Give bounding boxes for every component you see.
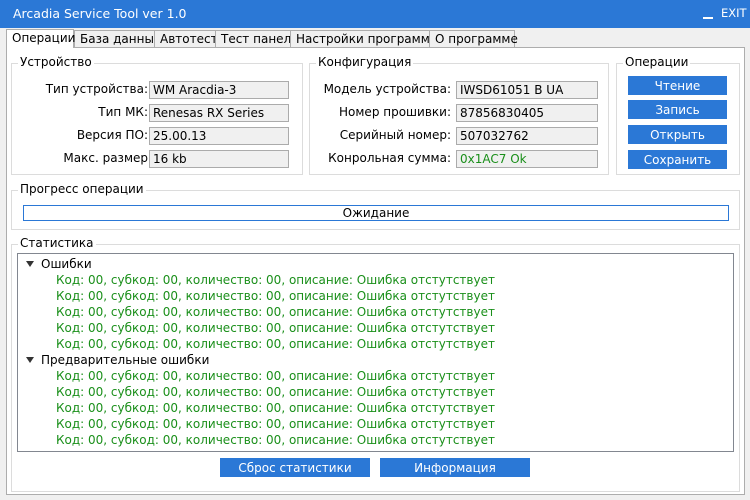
tree-node-errors[interactable]: Ошибки — [26, 257, 92, 271]
list-item: Код: 00, субкод: 00, количество: 00, опи… — [56, 321, 495, 335]
open-button[interactable]: Открыть — [628, 125, 727, 144]
tree-node-label: Предварительные ошибки — [41, 353, 210, 367]
serial-number-value: 507032762 — [456, 127, 598, 145]
exit-button[interactable]: EXIT — [721, 6, 747, 20]
config-legend: Конфигурация — [316, 55, 414, 69]
list-item: Код: 00, субкод: 00, количество: 00, опи… — [56, 433, 495, 447]
progress-group: Прогресс операции Ожидание — [11, 182, 740, 230]
device-type-value: WM Aracdia-3 — [149, 81, 289, 99]
title-bar: Arcadia Service Tool ver 1.0 EXIT — [0, 0, 750, 28]
firmware-number-value: 87856830405 — [456, 104, 598, 122]
write-button[interactable]: Запись — [628, 100, 727, 119]
tab-autotest[interactable]: Автотест — [154, 30, 218, 47]
model-label: Модель устройства: — [323, 82, 451, 96]
tree-node-label: Ошибки — [41, 257, 92, 271]
device-legend: Устройство — [18, 55, 94, 69]
mcu-type-label: Тип МК: — [98, 105, 148, 119]
device-type-label: Тип устройства: — [45, 82, 148, 96]
list-item: Код: 00, субкод: 00, количество: 00, опи… — [56, 385, 495, 399]
list-item: Код: 00, субкод: 00, количество: 00, опи… — [56, 273, 495, 287]
tab-about[interactable]: О программе — [429, 30, 518, 47]
tree-node-preliminary-errors[interactable]: Предварительные ошибки — [26, 353, 209, 367]
minimize-icon[interactable] — [701, 9, 715, 19]
list-item: Код: 00, субкод: 00, количество: 00, опи… — [56, 305, 495, 319]
expand-arrow-icon[interactable] — [26, 261, 34, 267]
tab-operations[interactable]: Операции — [6, 29, 75, 48]
fw-version-label: Версия ПО: — [76, 128, 148, 142]
checksum-value: 0x1AC7 Ok — [456, 150, 598, 168]
config-group: Конфигурация Модель устройства: IWSD6105… — [309, 55, 609, 175]
list-item: Код: 00, субкод: 00, количество: 00, опи… — [56, 289, 495, 303]
max-size-value: 16 kb — [149, 150, 289, 168]
mcu-type-value: Renesas RX Series — [149, 104, 289, 122]
operations-group: Операции Чтение Запись Открыть Сохранить — [616, 55, 740, 175]
serial-number-label: Серийный номер: — [339, 128, 451, 142]
save-button[interactable]: Сохранить — [628, 150, 727, 169]
progress-bar: Ожидание — [23, 205, 729, 221]
list-item: Код: 00, субкод: 00, количество: 00, опи… — [56, 401, 495, 415]
statistics-tree[interactable]: Ошибки Код: 00, субкод: 00, количество: … — [17, 253, 734, 452]
read-button[interactable]: Чтение — [628, 76, 727, 95]
statistics-group: Статистика Ошибки Код: 00, субкод: 00, к… — [11, 236, 740, 492]
operations-legend: Операции — [623, 55, 691, 69]
firmware-number-label: Номер прошивки: — [339, 105, 451, 119]
list-item: Код: 00, субкод: 00, количество: 00, опи… — [56, 417, 495, 431]
progress-legend: Прогресс операции — [18, 182, 146, 196]
fw-version-value: 25.00.13 — [149, 127, 289, 145]
max-size-label: Макс. размер — [63, 151, 148, 165]
tab-test-panel[interactable]: Тест панель — [215, 30, 298, 47]
checksum-label: Конрольная сумма: — [328, 151, 451, 165]
list-item: Код: 00, субкод: 00, количество: 00, опи… — [56, 337, 495, 351]
info-button[interactable]: Информация — [380, 458, 530, 477]
expand-arrow-icon[interactable] — [26, 357, 34, 363]
model-value: IWSD61051 B UA — [456, 81, 598, 99]
reset-stats-button[interactable]: Сброс статистики — [220, 458, 370, 477]
statistics-legend: Статистика — [18, 236, 96, 250]
tab-database[interactable]: База данных — [74, 30, 161, 47]
operations-panel: Устройство Тип устройства: WM Aracdia-3 … — [6, 47, 745, 495]
tab-settings[interactable]: Настройки программы — [290, 30, 439, 47]
device-group: Устройство Тип устройства: WM Aracdia-3 … — [11, 55, 303, 175]
list-item: Код: 00, субкод: 00, количество: 00, опи… — [56, 369, 495, 383]
window-title: Arcadia Service Tool ver 1.0 — [13, 6, 187, 21]
